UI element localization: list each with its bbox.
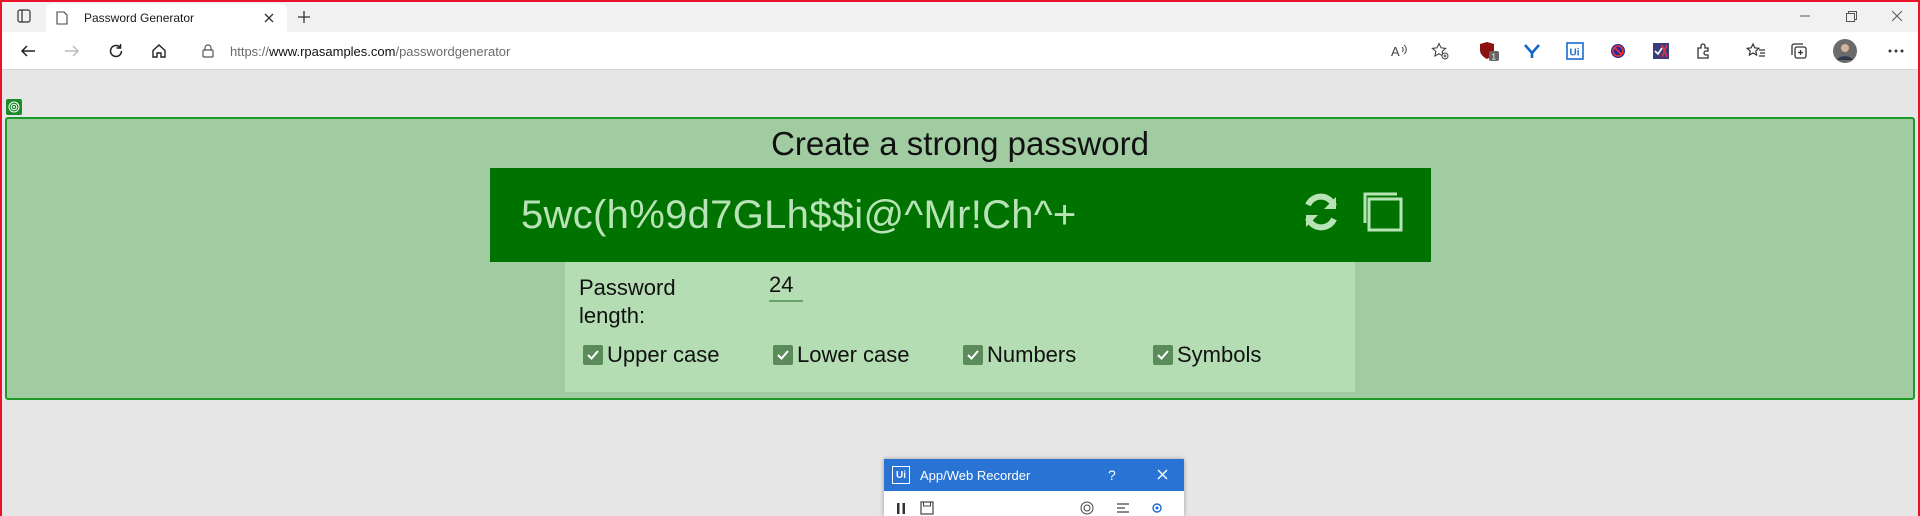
option-lower-case[interactable]: Lower case: [773, 342, 910, 368]
recorder-close-icon[interactable]: [1154, 466, 1170, 482]
svg-text:Ui: Ui: [1570, 48, 1580, 59]
forward-button[interactable]: [57, 37, 87, 65]
upper-case-label: Upper case: [607, 342, 720, 367]
recorder-title-bar[interactable]: Ui App/Web Recorder ?: [884, 459, 1184, 491]
tab-actions-icon[interactable]: [12, 6, 36, 26]
url-text: https://www.rpasamples.com/passwordgener…: [230, 44, 510, 59]
numbers-checkbox[interactable]: [963, 345, 983, 365]
option-upper-case[interactable]: Upper case: [583, 342, 720, 368]
recorder-toolbar: [884, 491, 1184, 516]
save-icon[interactable]: [918, 499, 936, 516]
url-host: www.rpasamples.com: [269, 43, 396, 59]
list-settings-icon[interactable]: [1114, 499, 1132, 516]
recorder-help-button[interactable]: ?: [1108, 467, 1116, 483]
checklist-extension-icon[interactable]: [1649, 39, 1673, 63]
page-title: Create a strong password: [771, 125, 1149, 162]
blocked-extension-icon[interactable]: [1606, 39, 1630, 63]
tab-strip: Password Generator: [0, 0, 1920, 32]
minimize-button[interactable]: [1782, 0, 1828, 32]
url-path: /passwordgenerator: [395, 43, 511, 59]
option-numbers[interactable]: Numbers: [963, 342, 1076, 368]
uipath-extension-icon[interactable]: Ui: [1563, 39, 1587, 63]
close-window-button[interactable]: [1874, 0, 1920, 32]
recorder-highlight-region[interactable]: Create a strong password 5wc(h%9d7GLh$$i…: [5, 117, 1915, 400]
address-bar[interactable]: https://www.rpasamples.com/passwordgener…: [188, 36, 1458, 66]
lock-icon[interactable]: [202, 43, 218, 59]
ublock-badge-icon[interactable]: 1: [1477, 39, 1501, 63]
copy-icon[interactable]: [1360, 190, 1406, 234]
home-button[interactable]: [144, 37, 174, 65]
more-options-icon[interactable]: [1884, 39, 1908, 63]
back-button[interactable]: [13, 37, 43, 65]
symbols-checkbox[interactable]: [1153, 345, 1173, 365]
lower-case-checkbox[interactable]: [773, 345, 793, 365]
uipath-logo-icon: Ui: [892, 466, 910, 484]
close-tab-icon[interactable]: [261, 10, 277, 26]
page-content: Create a strong password 5wc(h%9d7GLh$$i…: [0, 71, 1920, 516]
generated-password: 5wc(h%9d7GLh$$i@^Mr!Ch^+: [521, 193, 1077, 237]
tab-password-generator[interactable]: Password Generator: [46, 4, 287, 32]
app-web-recorder-window[interactable]: Ui App/Web Recorder ?: [884, 459, 1184, 516]
profile-avatar[interactable]: [1833, 39, 1857, 63]
settings-icon[interactable]: [1148, 499, 1166, 516]
password-length-input[interactable]: 24: [769, 272, 803, 302]
numbers-label: Numbers: [987, 342, 1077, 367]
regenerate-icon[interactable]: [1298, 190, 1344, 234]
collections-icon[interactable]: [1787, 39, 1811, 63]
password-length-label: Password length:: [579, 275, 676, 328]
tab-title: Password Generator: [84, 11, 195, 25]
extensions-puzzle-icon[interactable]: [1692, 39, 1716, 63]
password-options: Password length: 24 Upper case Lower cas…: [565, 262, 1355, 392]
refresh-button[interactable]: [101, 37, 131, 65]
read-aloud-icon[interactable]: A: [1388, 39, 1412, 63]
browser-toolbar: https://www.rpasamples.com/passwordgener…: [0, 32, 1920, 70]
svg-text:A: A: [1391, 44, 1400, 59]
recorder-title: App/Web Recorder: [920, 467, 1031, 483]
url-scheme: https://: [230, 43, 270, 59]
lower-case-label: Lower case: [797, 342, 910, 367]
add-favorite-icon[interactable]: [1428, 39, 1452, 63]
restore-button[interactable]: [1828, 0, 1874, 32]
ublock-count: 1: [1492, 53, 1497, 62]
upper-case-checkbox[interactable]: [583, 345, 603, 365]
target-icon[interactable]: [1078, 499, 1096, 516]
page-icon: [56, 10, 72, 26]
favorites-icon[interactable]: [1744, 39, 1768, 63]
new-tab-button[interactable]: [292, 6, 316, 28]
pause-icon[interactable]: [892, 499, 910, 516]
vpn-icon[interactable]: [1520, 39, 1544, 63]
password-display: 5wc(h%9d7GLh$$i@^Mr!Ch^+: [490, 168, 1431, 262]
option-symbols[interactable]: Symbols: [1153, 342, 1261, 368]
selection-target-icon: [6, 99, 22, 115]
symbols-label: Symbols: [1177, 342, 1262, 367]
